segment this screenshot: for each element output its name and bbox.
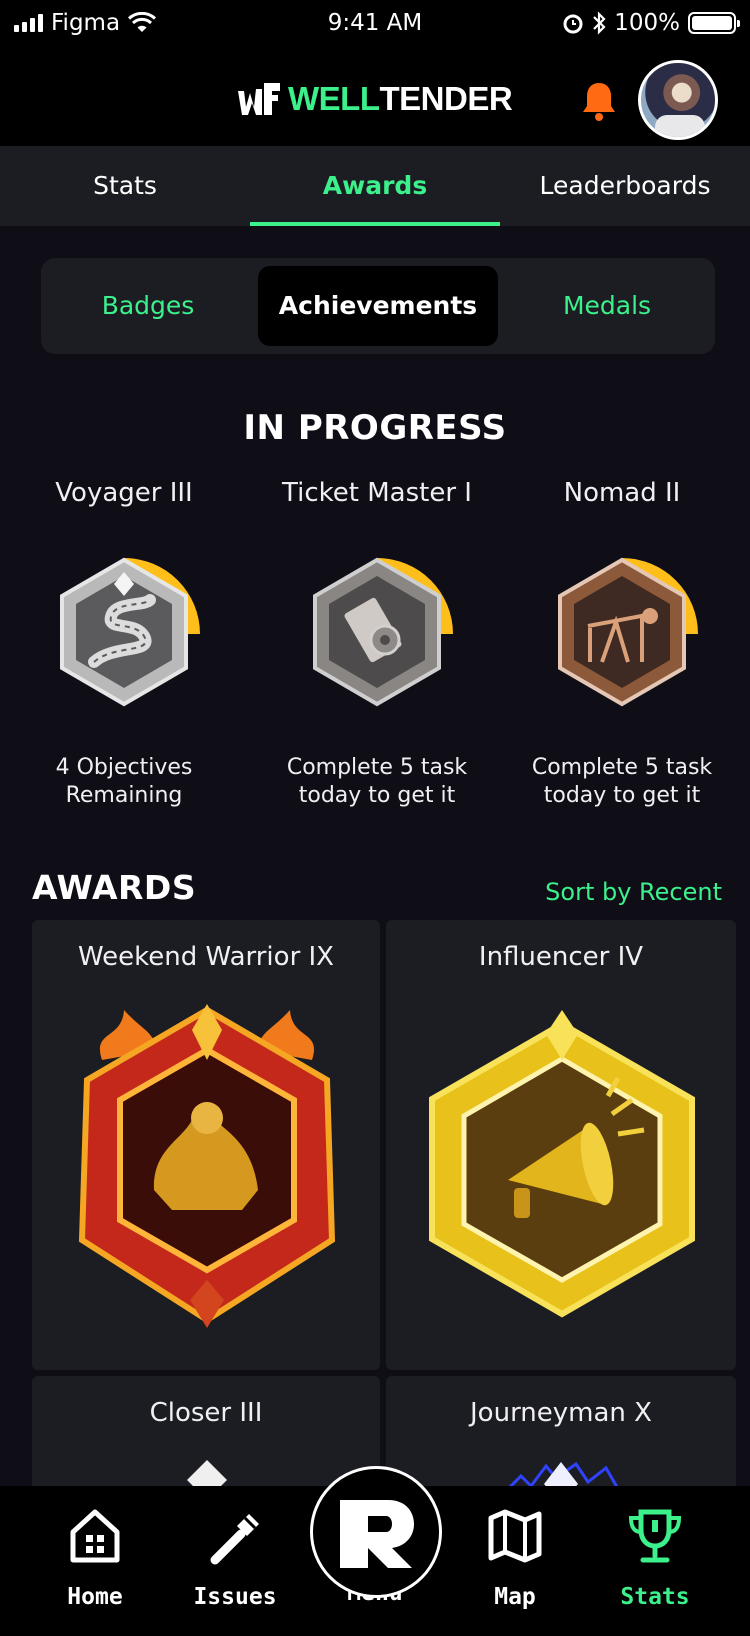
nav-label: Home (67, 1584, 123, 1610)
home-icon (70, 1509, 120, 1563)
megaphone-icon (429, 1010, 695, 1318)
top-tabs: Stats Awards Leaderboards (0, 146, 750, 226)
award-card-influencer[interactable]: Influencer IV (386, 920, 736, 1370)
battery-percent: 100% (614, 10, 680, 36)
progress-desc-line2: today to get it (298, 783, 456, 808)
nav-stats[interactable]: Stats (595, 1506, 715, 1610)
app-logo[interactable]: WELL TENDER (236, 80, 513, 118)
sort-by-recent-button[interactable]: Sort by Recent (545, 878, 722, 906)
segment-medals[interactable]: Medals (507, 266, 707, 346)
tab-awards[interactable]: Awards (250, 146, 500, 226)
map-icon (488, 1509, 542, 1563)
tab-stats[interactable]: Stats (0, 146, 250, 226)
progress-badge (287, 544, 467, 724)
menu-logo-icon (340, 1500, 414, 1568)
award-name: Weekend Warrior IX (77, 942, 334, 972)
progress-item-name: Nomad II (563, 478, 681, 508)
notification-bell-icon[interactable] (580, 80, 618, 122)
progress-item-voyager[interactable]: Voyager III 4 Objectives Remaining (2, 478, 246, 810)
user-avatar[interactable] (638, 60, 718, 140)
wrench-icon (210, 1514, 259, 1565)
app-header: WELL TENDER (0, 50, 750, 146)
bottom-nav: Home Issues Menu Map Stats (0, 1466, 750, 1636)
award-name: Closer III (149, 1398, 263, 1428)
progress-badge (532, 544, 712, 724)
awards-heading: AWARDS (32, 868, 197, 907)
arm-wrestle-icon (78, 1004, 336, 1328)
nav-menu[interactable]: Menu (310, 1466, 442, 1606)
progress-desc-line2: Remaining (65, 783, 183, 808)
alarm-icon (563, 14, 583, 34)
progress-item-name: Ticket Master I (282, 478, 472, 508)
nav-label: Map (494, 1584, 536, 1610)
bluetooth-icon (593, 11, 606, 35)
progress-desc-line1: Complete 5 task (286, 755, 468, 780)
nav-map[interactable]: Map (455, 1506, 575, 1610)
progress-desc-line1: Complete 5 task (531, 755, 713, 780)
status-bar: Figma 9:41 AM 100% (0, 0, 750, 50)
segment-achievements[interactable]: Achievements (258, 266, 498, 346)
progress-badge (34, 544, 214, 724)
award-card-weekend-warrior[interactable]: Weekend Warrior IX (32, 920, 380, 1370)
award-type-segmented-control: Badges Achievements Medals (41, 258, 715, 354)
progress-item-ticket-master[interactable]: Ticket Master I Complete 5 task today to … (255, 478, 499, 810)
award-name: Influencer IV (478, 942, 644, 972)
logo-text-tender: TENDER (379, 80, 513, 117)
logo-text-well: WELL (288, 80, 380, 117)
in-progress-heading: IN PROGRESS (243, 408, 507, 448)
trophy-icon (628, 1509, 682, 1563)
progress-desc-line2: today to get it (543, 783, 701, 808)
progress-item-name: Voyager III (55, 478, 193, 508)
welltender-logo-icon (238, 83, 280, 115)
nav-home[interactable]: Home (35, 1506, 155, 1610)
progress-desc-line1: 4 Objectives (55, 755, 193, 780)
progress-item-nomad[interactable]: Nomad II Complete 5 task today to get it (500, 478, 744, 810)
nav-label: Issues (193, 1584, 277, 1610)
segment-badges[interactable]: Badges (49, 266, 247, 346)
award-name: Journeyman X (470, 1398, 652, 1428)
tab-leaderboards[interactable]: Leaderboards (500, 146, 750, 226)
nav-label: Stats (620, 1584, 690, 1610)
battery-icon (688, 12, 740, 34)
nav-issues[interactable]: Issues (175, 1506, 295, 1610)
menu-button[interactable] (310, 1466, 442, 1598)
